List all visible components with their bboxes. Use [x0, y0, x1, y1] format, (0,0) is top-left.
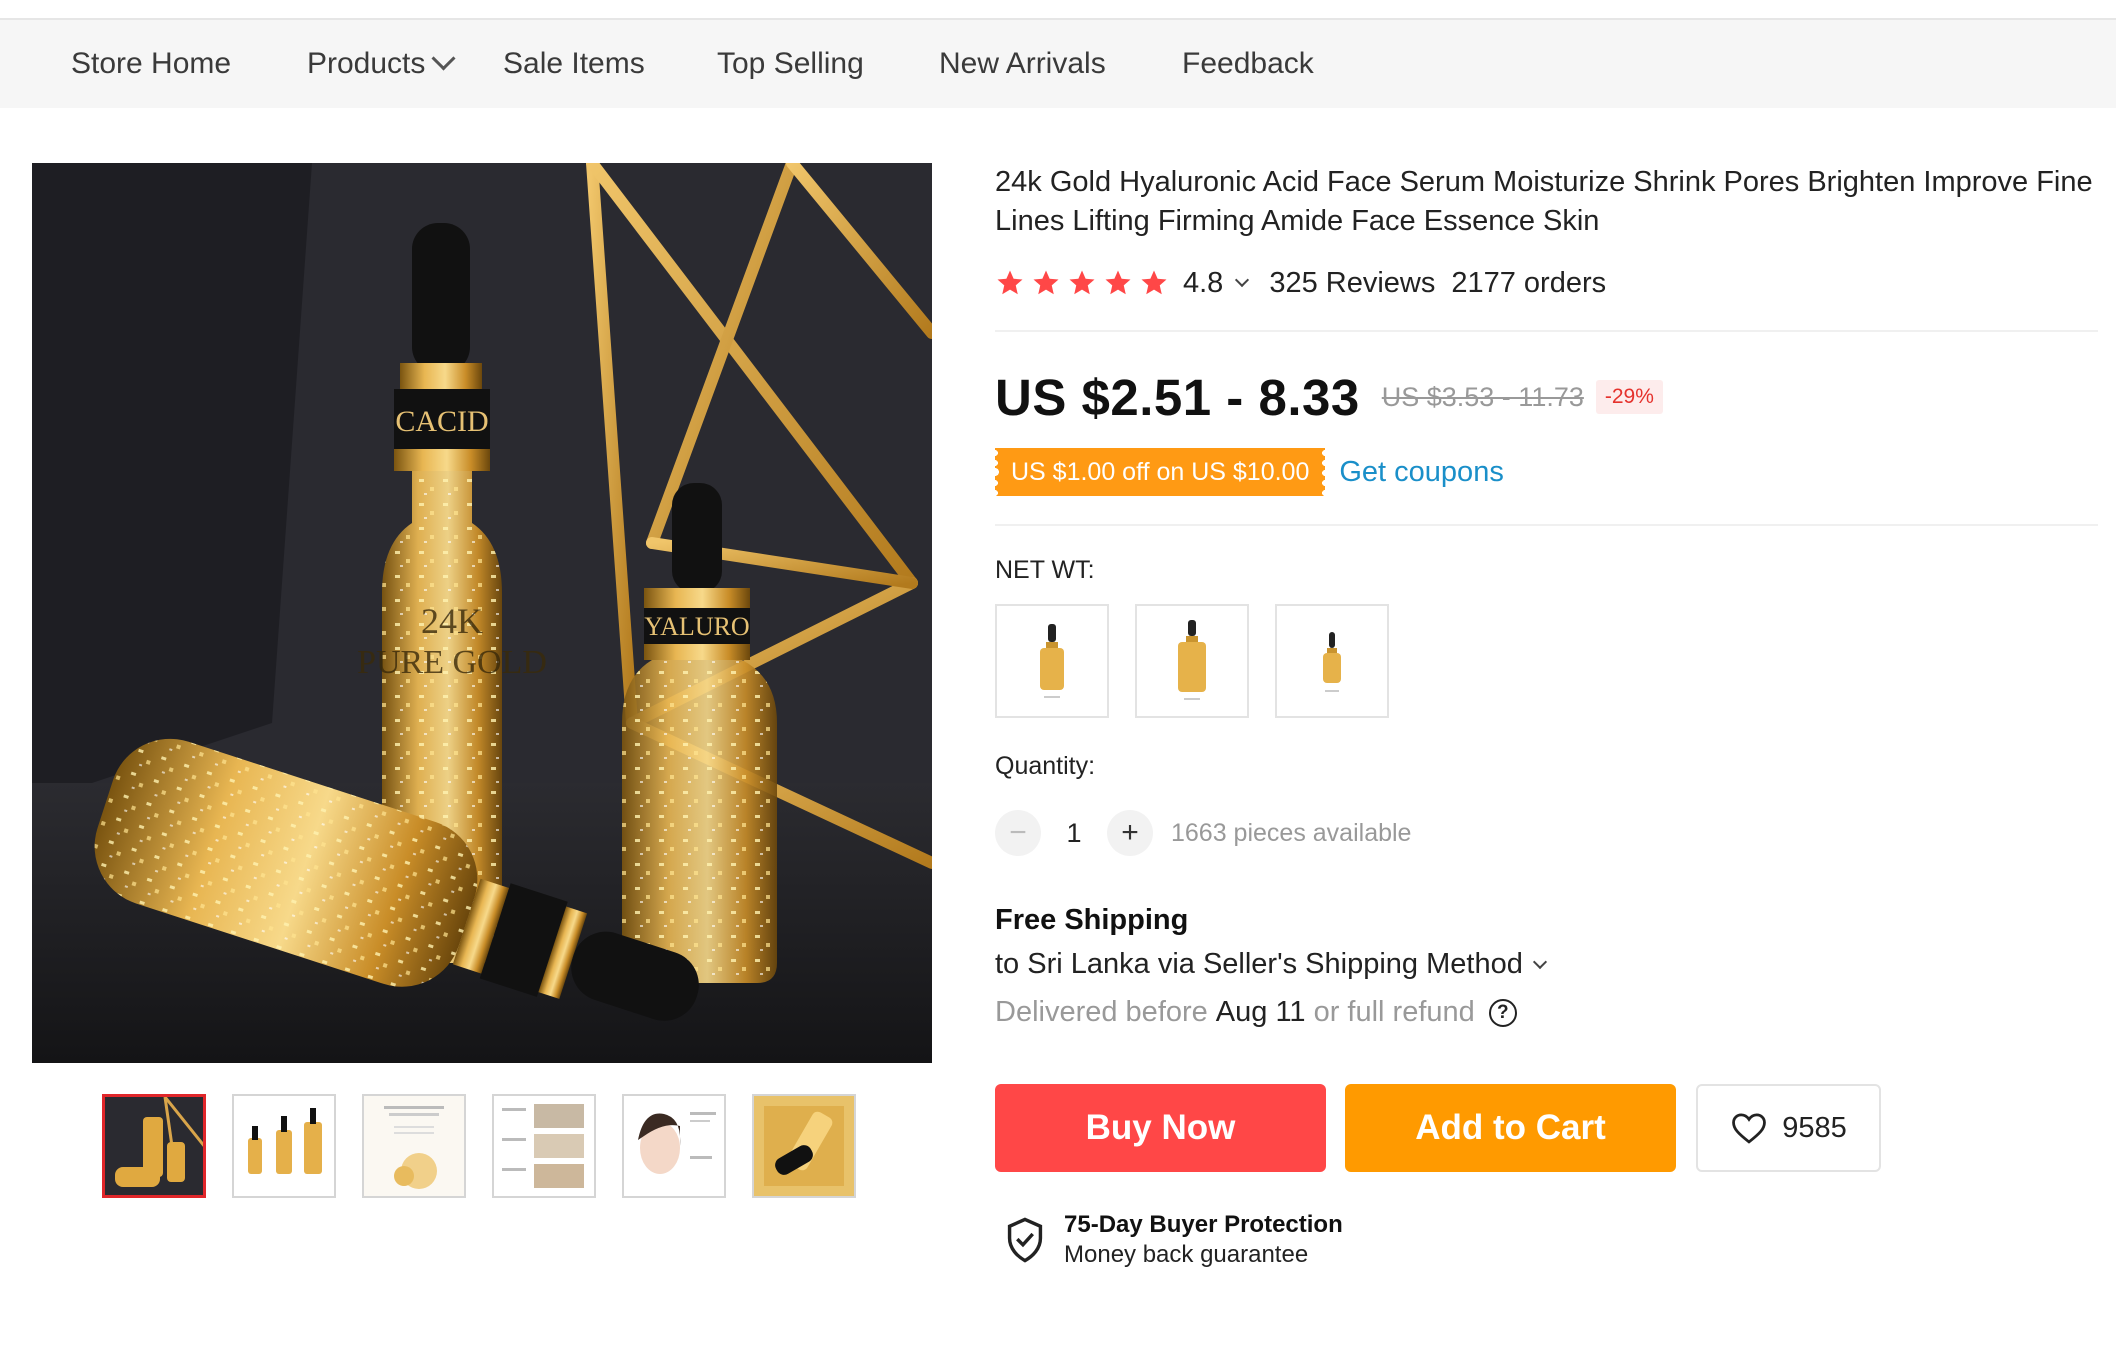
rating-value[interactable]: 4.8	[1183, 267, 1223, 300]
star-icon	[1033, 270, 1059, 295]
nav-top-selling-label: Top Selling	[717, 47, 864, 80]
variant-label: NET WT:	[995, 556, 1095, 584]
buyer-protection-title: 75-Day Buyer Protection	[1064, 1211, 1343, 1238]
nav-products[interactable]: Products	[307, 20, 456, 108]
shipping-title: Free Shipping	[995, 904, 1189, 936]
coupon-text: US $1.00 off on US $10.00	[1011, 458, 1310, 486]
star-icon	[1069, 270, 1095, 295]
buyer-protection: 75-Day Buyer Protection Money back guara…	[1004, 1210, 1343, 1270]
rating-stars	[995, 268, 1169, 298]
star-icon	[1141, 270, 1167, 295]
svg-text:24K: 24K	[421, 601, 483, 641]
variant-option-1[interactable]	[995, 604, 1109, 718]
thumbnail-4[interactable]	[492, 1094, 596, 1198]
nav-new-arrivals-label: New Arrivals	[939, 47, 1106, 80]
nav-new-arrivals[interactable]: New Arrivals	[939, 20, 1106, 108]
buyer-protection-text: 75-Day Buyer Protection Money back guara…	[1064, 1210, 1343, 1270]
heart-icon	[1732, 1113, 1767, 1144]
current-price: US $2.51 - 8.33	[995, 368, 1360, 426]
nav-feedback-label: Feedback	[1182, 47, 1314, 80]
thumbnail-image	[494, 1096, 594, 1196]
delivery-prefix: Delivered before	[995, 996, 1208, 1028]
thumbnail-image	[754, 1096, 854, 1196]
get-coupons-link[interactable]: Get coupons	[1339, 456, 1503, 489]
main-product-image[interactable]: CACID 24K PURE GOLD YALURO	[32, 163, 932, 1063]
nav-sale-items-label: Sale Items	[503, 47, 645, 80]
chevron-down-icon[interactable]	[1235, 272, 1250, 288]
shipping-destination[interactable]: to Sri Lanka via Seller's Shipping Metho…	[995, 948, 1547, 981]
plus-icon: +	[1121, 816, 1139, 849]
coupon-edge-right	[1322, 448, 1329, 496]
coupon-row: US $1.00 off on US $10.00 Get coupons	[992, 448, 1504, 496]
thumbnail-5[interactable]	[622, 1094, 726, 1198]
thumbnail-3[interactable]	[362, 1094, 466, 1198]
serum-bottles-illustration: CACID 24K PURE GOLD YALURO	[32, 163, 932, 1063]
quantity-stepper: − 1 + 1663 pieces available	[995, 808, 1411, 858]
divider	[995, 330, 2098, 332]
nav-sale-items[interactable]: Sale Items	[503, 20, 645, 108]
svg-text:YALURO: YALURO	[644, 612, 749, 641]
coupon-tag[interactable]: US $1.00 off on US $10.00	[992, 448, 1329, 496]
quantity-increase-button[interactable]: +	[1107, 810, 1153, 856]
rating-row: 4.8 325 Reviews 2177 orders	[995, 263, 1606, 303]
chevron-down-icon	[1532, 954, 1547, 969]
quantity-decrease-button[interactable]: −	[995, 810, 1041, 856]
divider	[995, 524, 2098, 526]
thumbnail-1[interactable]	[102, 1094, 206, 1198]
nav-store-home-label: Store Home	[71, 47, 232, 80]
coupon-edge-left	[992, 448, 998, 496]
wishlist-count: 9585	[1782, 1111, 1847, 1144]
buy-now-button[interactable]: Buy Now	[995, 1084, 1326, 1172]
add-to-cart-button[interactable]: Add to Cart	[1345, 1084, 1676, 1172]
thumbnail-image	[105, 1097, 203, 1195]
bottle-thumbnail	[1178, 620, 1206, 700]
stock-available: 1663 pieces available	[1171, 818, 1412, 847]
shield-check-icon	[1007, 1217, 1043, 1263]
price-row: US $2.51 - 8.33 US $3.53 - 11.73 -29%	[995, 362, 1663, 432]
thumbnail-image	[364, 1096, 464, 1196]
quantity-label: Quantity:	[995, 752, 1096, 780]
nav-feedback[interactable]: Feedback	[1182, 20, 1314, 108]
nav-products-label: Products	[307, 47, 426, 80]
star-icon	[1105, 270, 1131, 295]
svg-text:PURE GOLD: PURE GOLD	[357, 644, 547, 681]
quantity-input[interactable]: 1	[1041, 818, 1107, 849]
minus-icon: −	[1009, 816, 1027, 849]
buyer-protection-subtitle: Money back guarantee	[1064, 1241, 1309, 1268]
help-icon[interactable]: ?	[1488, 998, 1517, 1027]
variant-option-3[interactable]	[1275, 604, 1389, 718]
delivery-estimate: Delivered before Aug 11 or full refund ?	[995, 996, 1517, 1029]
thumbnail-2[interactable]	[232, 1094, 336, 1198]
thumbnail-image	[624, 1096, 724, 1196]
delivery-suffix: or full refund	[1313, 996, 1475, 1028]
orders-count: 2177 orders	[1451, 266, 1607, 299]
star-icon	[997, 270, 1023, 295]
variant-option-2[interactable]	[1135, 604, 1249, 718]
original-price: US $3.53 - 11.73	[1381, 381, 1584, 412]
store-nav-bar: Store Home Products Sale Items Top Selli…	[0, 20, 2116, 108]
bottle-thumbnail	[1323, 632, 1341, 692]
nav-top-selling[interactable]: Top Selling	[717, 20, 864, 108]
chevron-down-icon	[431, 46, 456, 71]
thumbnail-6[interactable]	[752, 1094, 856, 1198]
product-title: 24k Gold Hyaluronic Acid Face Serum Mois…	[995, 166, 2093, 237]
nav-store-home[interactable]: Store Home	[71, 20, 231, 108]
thumbnail-image	[234, 1096, 334, 1196]
wishlist-button[interactable]: 9585	[1696, 1084, 1881, 1172]
discount-badge: -29%	[1595, 380, 1663, 414]
svg-text:CACID: CACID	[395, 405, 488, 438]
bottle-thumbnail	[1040, 624, 1064, 698]
delivery-date: Aug 11	[1215, 996, 1306, 1028]
reviews-count[interactable]: 325 Reviews	[1269, 267, 1435, 300]
shipping-destination-text: to Sri Lanka via Seller's Shipping Metho…	[995, 948, 1523, 980]
